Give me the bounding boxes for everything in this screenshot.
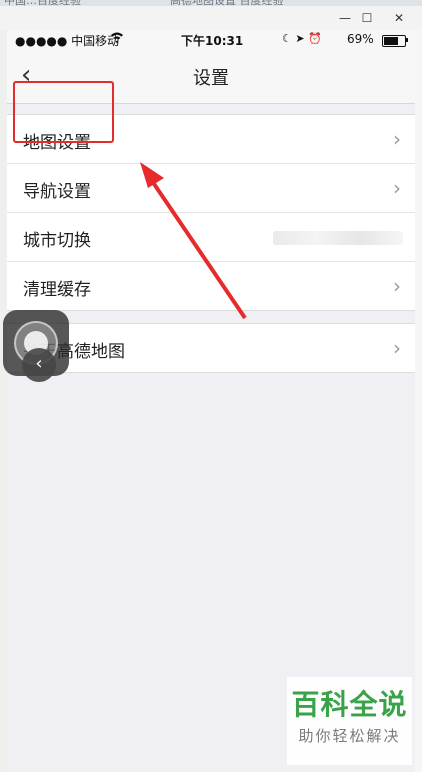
watermark-subtitle: 助你轻松解决 (298, 727, 401, 745)
watermark-logo: 百科全说 助你轻松解决 (287, 677, 412, 765)
annotation-arrow (140, 162, 247, 320)
floating-back-icon[interactable]: ‹ (22, 348, 56, 382)
watermark-title: 百科全说 (291, 688, 408, 721)
